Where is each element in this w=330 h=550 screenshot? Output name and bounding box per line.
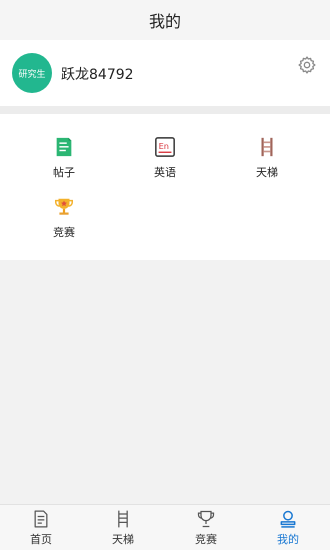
tab-mine[interactable]: 我的 [247, 505, 329, 550]
grid-item-label: 帖子 [53, 166, 75, 179]
grid-item-label: 天梯 [256, 166, 278, 179]
home-document-icon [34, 510, 48, 528]
tab-label: 我的 [277, 533, 299, 546]
post-icon [56, 137, 72, 157]
grid-item-posts[interactable]: 帖子 [34, 136, 94, 186]
tab-ladder[interactable]: 天梯 [82, 505, 164, 550]
page-title: 我的 [148, 12, 181, 31]
ladder-icon [261, 137, 273, 157]
grid-item-label: 竞赛 [53, 226, 75, 239]
english-icon: En [155, 137, 175, 157]
tab-label: 首页 [30, 533, 52, 546]
avatar[interactable]: 研究生 [12, 53, 52, 93]
trophy-icon [197, 510, 215, 528]
username: 跃龙84792 [61, 67, 134, 83]
grid-item-english[interactable]: En 英语 [135, 136, 195, 186]
grid-item-contest[interactable]: 竞赛 [34, 196, 94, 246]
trophy-icon [55, 198, 73, 215]
grid-item-ladder[interactable]: 天梯 [237, 136, 297, 186]
ladder-icon [118, 510, 128, 528]
profile-card[interactable]: 研究生 跃龙84792 [0, 40, 330, 106]
grid-item-label: 英语 [154, 166, 176, 179]
tab-contest[interactable]: 竞赛 [165, 505, 247, 550]
profile-icon [280, 510, 296, 528]
tab-label: 天梯 [112, 533, 134, 546]
svg-text:En: En [159, 141, 169, 151]
avatar-text: 研究生 [18, 69, 46, 80]
gear-icon[interactable] [297, 55, 317, 75]
section-divider [0, 106, 330, 114]
tab-label: 竞赛 [195, 533, 217, 546]
page-header: 我的 [0, 0, 330, 40]
bottom-tab-bar: 首页 天梯 竞赛 我的 [0, 504, 330, 550]
feature-grid: 帖子 En 英语 天梯 竞赛 [0, 114, 330, 260]
tab-home[interactable]: 首页 [0, 505, 82, 550]
